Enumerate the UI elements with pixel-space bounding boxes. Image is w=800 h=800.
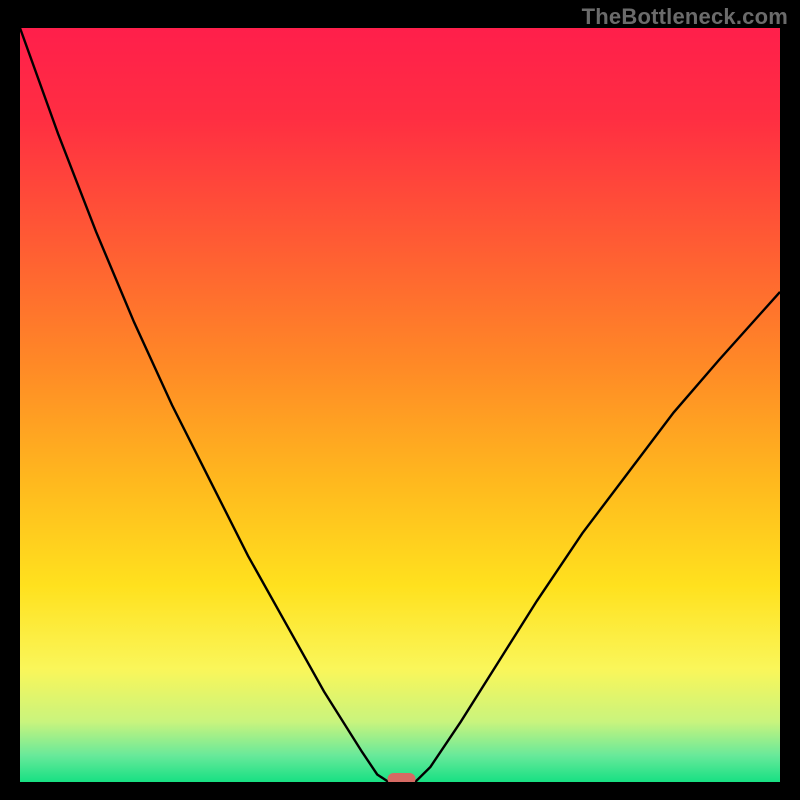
plot-area bbox=[20, 28, 780, 782]
minimum-marker bbox=[388, 773, 416, 782]
watermark-text: TheBottleneck.com bbox=[582, 4, 788, 30]
gradient-background bbox=[20, 28, 780, 782]
chart-frame: TheBottleneck.com bbox=[0, 0, 800, 800]
bottleneck-chart bbox=[20, 28, 780, 782]
